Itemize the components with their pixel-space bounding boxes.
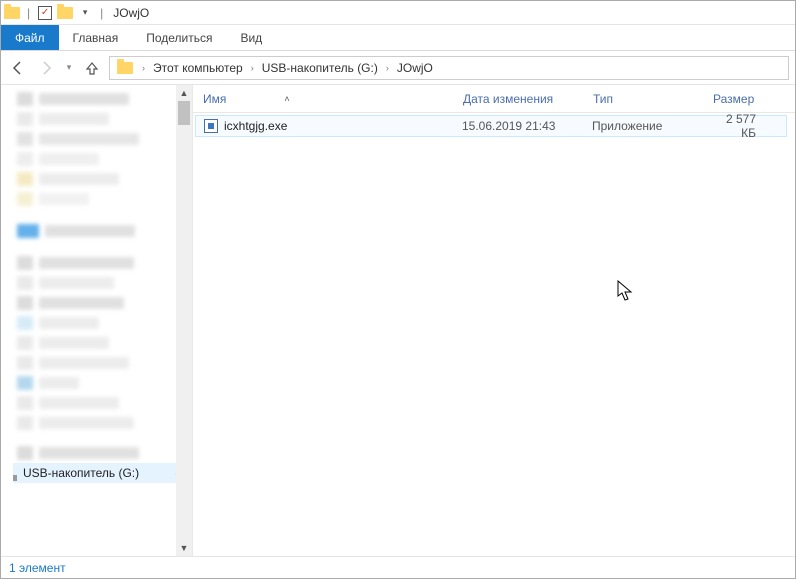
title-separator-2: | — [96, 6, 107, 20]
column-size[interactable]: Размер — [703, 92, 795, 106]
window-title: JOwjO — [109, 6, 149, 20]
sidebar-item[interactable] — [13, 129, 192, 149]
sidebar-item[interactable] — [13, 293, 192, 313]
sidebar-item[interactable] — [13, 89, 192, 109]
sidebar-item[interactable] — [13, 393, 192, 413]
sort-indicator-icon: ˄ — [284, 94, 289, 104]
file-list[interactable]: icxhtgjg.exe 15.06.2019 21:43 Приложение… — [193, 113, 795, 556]
column-type[interactable]: Тип — [583, 92, 703, 106]
navigation-bar: ▾ › Этот компьютер › USB-накопитель (G:)… — [1, 51, 795, 85]
up-button[interactable] — [81, 57, 103, 79]
column-name[interactable]: Имя ˄ — [193, 92, 453, 106]
file-list-pane: Имя ˄ Дата изменения Тип Размер icxhtgjg… — [193, 85, 795, 556]
scroll-down-icon[interactable]: ▼ — [176, 540, 192, 556]
back-button[interactable] — [7, 57, 29, 79]
recent-dropdown-icon[interactable]: ▾ — [63, 57, 75, 79]
chevron-right-icon[interactable]: › — [382, 63, 393, 73]
scroll-up-icon[interactable]: ▲ — [176, 85, 192, 101]
status-count: 1 элемент — [9, 561, 66, 575]
title-separator: | — [23, 6, 34, 20]
breadcrumb-folder[interactable]: JOwjO — [393, 61, 437, 75]
file-row[interactable]: icxhtgjg.exe 15.06.2019 21:43 Приложение… — [195, 115, 787, 137]
dropdown-icon[interactable]: ▾ — [76, 4, 94, 22]
sidebar-item[interactable] — [13, 109, 192, 129]
sidebar-item[interactable] — [13, 413, 192, 433]
title-bar: | ✓ ▾ | JOwjO — [1, 1, 795, 25]
sidebar-item[interactable] — [13, 149, 192, 169]
exe-icon — [204, 119, 218, 133]
folder-icon — [3, 4, 21, 22]
forward-button[interactable] — [35, 57, 57, 79]
sidebar-item[interactable] — [13, 353, 192, 373]
sidebar-item[interactable] — [13, 253, 192, 273]
main-split: ▲ ▼ — [1, 85, 795, 556]
properties-icon[interactable]: ✓ — [36, 4, 54, 22]
sidebar-item[interactable] — [13, 273, 192, 293]
tab-view[interactable]: Вид — [226, 25, 276, 50]
file-name: icxhtgjg.exe — [224, 119, 287, 133]
sidebar-item[interactable] — [13, 221, 192, 241]
ribbon-tabs: Файл Главная Поделиться Вид — [1, 25, 795, 51]
chevron-right-icon[interactable]: › — [138, 63, 149, 73]
tab-file[interactable]: Файл — [1, 25, 59, 50]
sidebar-item[interactable] — [13, 169, 192, 189]
sidebar-item[interactable] — [13, 443, 192, 463]
sidebar-item-label: USB-накопитель (G:) — [23, 466, 139, 480]
column-date[interactable]: Дата изменения — [453, 92, 583, 106]
column-headers: Имя ˄ Дата изменения Тип Размер — [193, 85, 795, 113]
file-type: Приложение — [584, 119, 704, 133]
sidebar-item[interactable] — [13, 373, 192, 393]
sidebar-item-usb-drive[interactable]: USB-накопитель (G:) ⌄ — [13, 463, 192, 483]
tab-share[interactable]: Поделиться — [132, 25, 226, 50]
navigation-pane: ▲ ▼ — [1, 85, 193, 556]
scrollbar-thumb[interactable] — [178, 101, 190, 125]
chevron-right-icon[interactable]: › — [247, 63, 258, 73]
status-bar: 1 элемент — [1, 556, 795, 578]
sidebar-item[interactable] — [13, 333, 192, 353]
breadcrumb-pc[interactable]: Этот компьютер — [149, 61, 247, 75]
sidebar-item[interactable] — [13, 189, 192, 209]
sidebar-items: USB-накопитель (G:) ⌄ — [1, 85, 192, 487]
address-folder-icon — [116, 59, 134, 77]
sidebar-item[interactable] — [13, 313, 192, 333]
address-bar[interactable]: › Этот компьютер › USB-накопитель (G:) ›… — [109, 56, 789, 80]
tab-home[interactable]: Главная — [59, 25, 133, 50]
sidebar-scrollbar[interactable]: ▲ ▼ — [176, 85, 192, 556]
file-date: 15.06.2019 21:43 — [454, 119, 584, 133]
folder-icon-2 — [56, 4, 74, 22]
breadcrumb-drive[interactable]: USB-накопитель (G:) — [258, 61, 382, 75]
file-size: 2 577 КБ — [704, 113, 786, 140]
